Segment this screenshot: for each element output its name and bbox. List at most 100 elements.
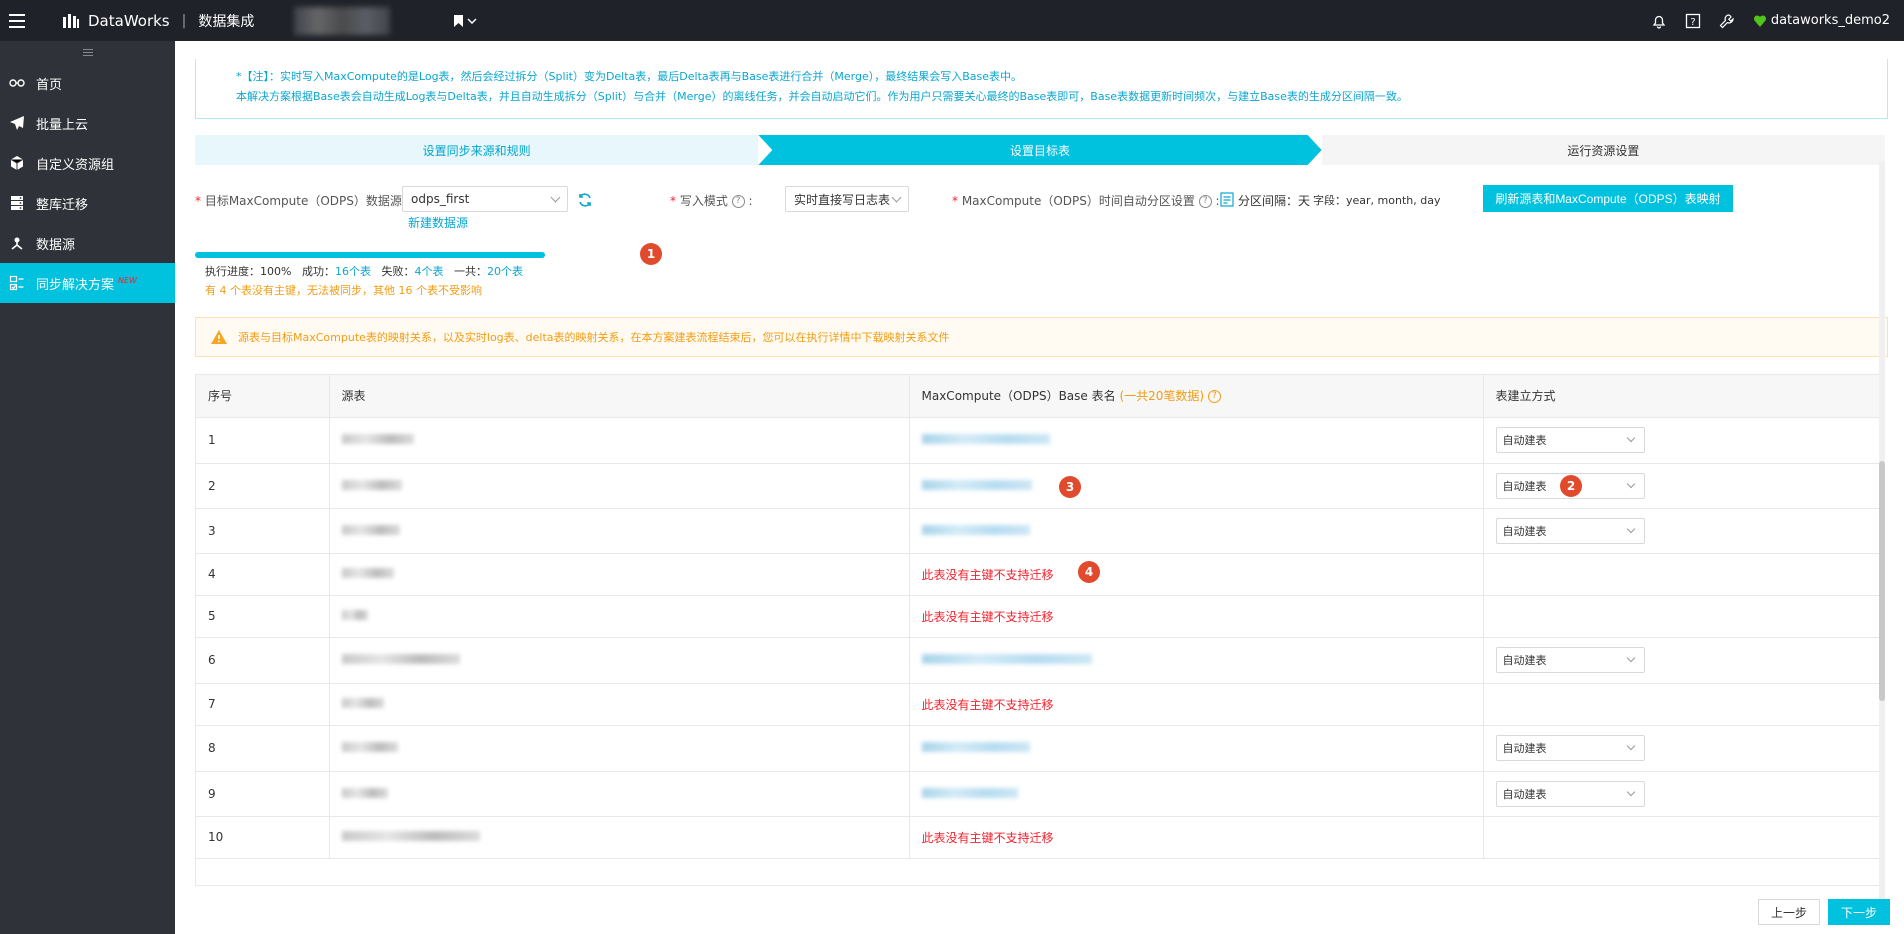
source-table-name [341, 654, 460, 664]
help-icon[interactable]: ? [1685, 13, 1701, 29]
source-table-name [341, 479, 402, 490]
create-method-select[interactable]: 自动建表 [1495, 647, 1645, 673]
sidebar-item-home[interactable]: 首页 [0, 63, 175, 103]
total-count-link[interactable]: 20个表 [487, 265, 523, 278]
source-table-cell [329, 417, 910, 464]
refresh-mapping-button[interactable]: 刷新源表和MaxCompute（ODPS）表映射 [1483, 185, 1733, 212]
row-index: 3 [196, 508, 330, 554]
edit-doc-icon[interactable] [1220, 192, 1235, 207]
target-table-link[interactable] [921, 654, 1092, 664]
chevron-down-icon [1626, 653, 1635, 663]
no-primary-key-error: 此表没有主键不支持迁移 [921, 830, 1054, 845]
new-datasource-link[interactable]: 新建数据源 [408, 214, 468, 231]
target-table-link[interactable] [921, 434, 1050, 444]
help-circle-icon[interactable]: ? [1198, 195, 1212, 208]
progress-warning: 有 4 个表没有主键，无法被同步，其他 16 个表不受影响 [205, 284, 482, 297]
callout-badge-1: 1 [640, 243, 662, 265]
chevron-down-icon [891, 192, 902, 202]
create-method-cell [1483, 595, 1884, 638]
workspace-selector[interactable] [294, 6, 391, 35]
step-target-table[interactable]: 设置目标表 [758, 135, 1321, 165]
warning-icon [211, 330, 227, 344]
help-circle-icon[interactable]: ? [731, 195, 745, 208]
create-method-cell [1483, 553, 1884, 596]
refresh-icon[interactable] [577, 192, 593, 208]
bookmark-icon [454, 14, 464, 27]
source-table-cell [329, 816, 910, 859]
source-table-cell [329, 725, 910, 772]
info-note: *【注】：实时写入MaxCompute的是Log表，然后会经过拆分（Split）… [195, 59, 1888, 119]
total-label: 一共： [453, 265, 487, 278]
target-settings-form: * 目标MaxCompute（ODPS）数据源: odps_first 新建数据… [195, 184, 1885, 230]
success-count-link[interactable]: 16个表 [335, 265, 371, 278]
create-method-cell: 自动建表 [1483, 725, 1884, 772]
target-table-cell [909, 771, 1484, 817]
target-datasource-select[interactable]: odps_first [402, 186, 568, 212]
target-datasource-value: odps_first [411, 192, 470, 206]
bell-icon[interactable] [1651, 13, 1667, 29]
sidebar-item-resource-group[interactable]: 自定义资源组 [0, 143, 175, 183]
create-method-select[interactable]: 自动建表 [1495, 427, 1645, 453]
next-step-button[interactable]: 下一步 [1827, 899, 1890, 925]
brand-name: DataWorks [88, 11, 170, 30]
source-table-cell [329, 553, 910, 596]
workspace-dropdown[interactable] [454, 14, 477, 27]
help-circle-icon[interactable]: ? [1207, 390, 1221, 404]
no-primary-key-error: 此表没有主键不支持迁移 [921, 609, 1054, 624]
fail-count-link[interactable]: 4个表 [414, 265, 443, 278]
source-table-name [341, 524, 400, 535]
partition-setting-label: * MaxCompute（ODPS）时间自动分区设置 ? : [952, 194, 1220, 208]
target-table-link[interactable] [921, 479, 1032, 490]
target-table-link[interactable] [921, 742, 1030, 752]
wrench-icon[interactable] [1719, 13, 1735, 29]
write-mode-label: * 写入模式 ? : [670, 194, 753, 208]
success-label: 成功： [301, 265, 335, 278]
scrollbar-thumb[interactable] [1879, 461, 1885, 701]
sidebar-collapse-icon[interactable] [0, 41, 175, 63]
chevron-down-icon [467, 17, 477, 24]
chevron-down-icon [550, 192, 561, 202]
server-icon [9, 195, 25, 211]
source-table-name [341, 610, 368, 620]
create-method-value: 自动建表 [1502, 524, 1547, 538]
top-navbar: DataWorks | 数据集成 ? dataworks_demo2 [0, 0, 1904, 41]
target-table-cell: 此表没有主键不支持迁移 [909, 816, 1484, 859]
brand[interactable]: DataWorks | 数据集成 [62, 11, 254, 31]
fork-icon [9, 235, 25, 251]
target-table-link[interactable] [921, 524, 1030, 535]
table-row: 9 自动建表 [196, 771, 1884, 817]
mapping-table: 序号 源表 MaxCompute（ODPS）Base 表名 (一共20笔数据) … [195, 374, 1885, 886]
row-index: 1 [196, 417, 330, 464]
shield-heart-icon [1753, 14, 1766, 27]
user-menu[interactable]: dataworks_demo2 [1753, 13, 1890, 28]
vertical-scrollbar[interactable] [1879, 161, 1885, 901]
create-method-cell: 自动建表 [1483, 771, 1884, 817]
sidebar-item-label: 同步解决方案 [36, 277, 115, 293]
sidebar-item-batch-migrate[interactable]: 批量上云 [0, 103, 175, 143]
alert-text: 源表与目标MaxCompute表的映射关系，以及实时log表、delta表的映射… [238, 331, 950, 344]
create-method-value: 自动建表 [1502, 654, 1547, 667]
row-index: 7 [196, 683, 330, 726]
row-index: 2 [196, 463, 330, 509]
target-table-link[interactable] [921, 787, 1018, 798]
table-row: 8 自动建表 [196, 725, 1884, 772]
create-method-select[interactable]: 自动建表 [1495, 780, 1645, 807]
prev-step-button[interactable]: 上一步 [1757, 899, 1820, 925]
progress-summary: 执行进度：100% 成功：16个表 失败：4个表 一共：20个表 [205, 263, 523, 279]
sidebar-item-sync-solution[interactable]: 同步解决方案 NEW [0, 263, 175, 303]
step-source-rules[interactable]: 设置同步来源和规则 [195, 135, 759, 165]
create-method-select[interactable]: 自动建表 [1495, 735, 1645, 761]
target-table-cell [909, 463, 1484, 509]
progress-track [195, 252, 545, 258]
sidebar-item-datasource[interactable]: 数据源 [0, 223, 175, 263]
source-table-cell [329, 683, 910, 726]
create-method-select[interactable]: 自动建表 [1495, 517, 1645, 544]
paper-plane-icon [9, 115, 25, 131]
callout-badge-2: 2 [1560, 475, 1582, 497]
write-mode-select[interactable]: 实时直接写日志表 [785, 186, 909, 212]
sidebar-item-database-migrate[interactable]: 整库迁移 [0, 183, 175, 223]
step-resource-settings[interactable]: 运行资源设置 [1321, 135, 1885, 165]
hamburger-menu-icon[interactable] [0, 0, 34, 41]
source-table-name [341, 434, 414, 444]
row-index: 9 [196, 771, 330, 817]
